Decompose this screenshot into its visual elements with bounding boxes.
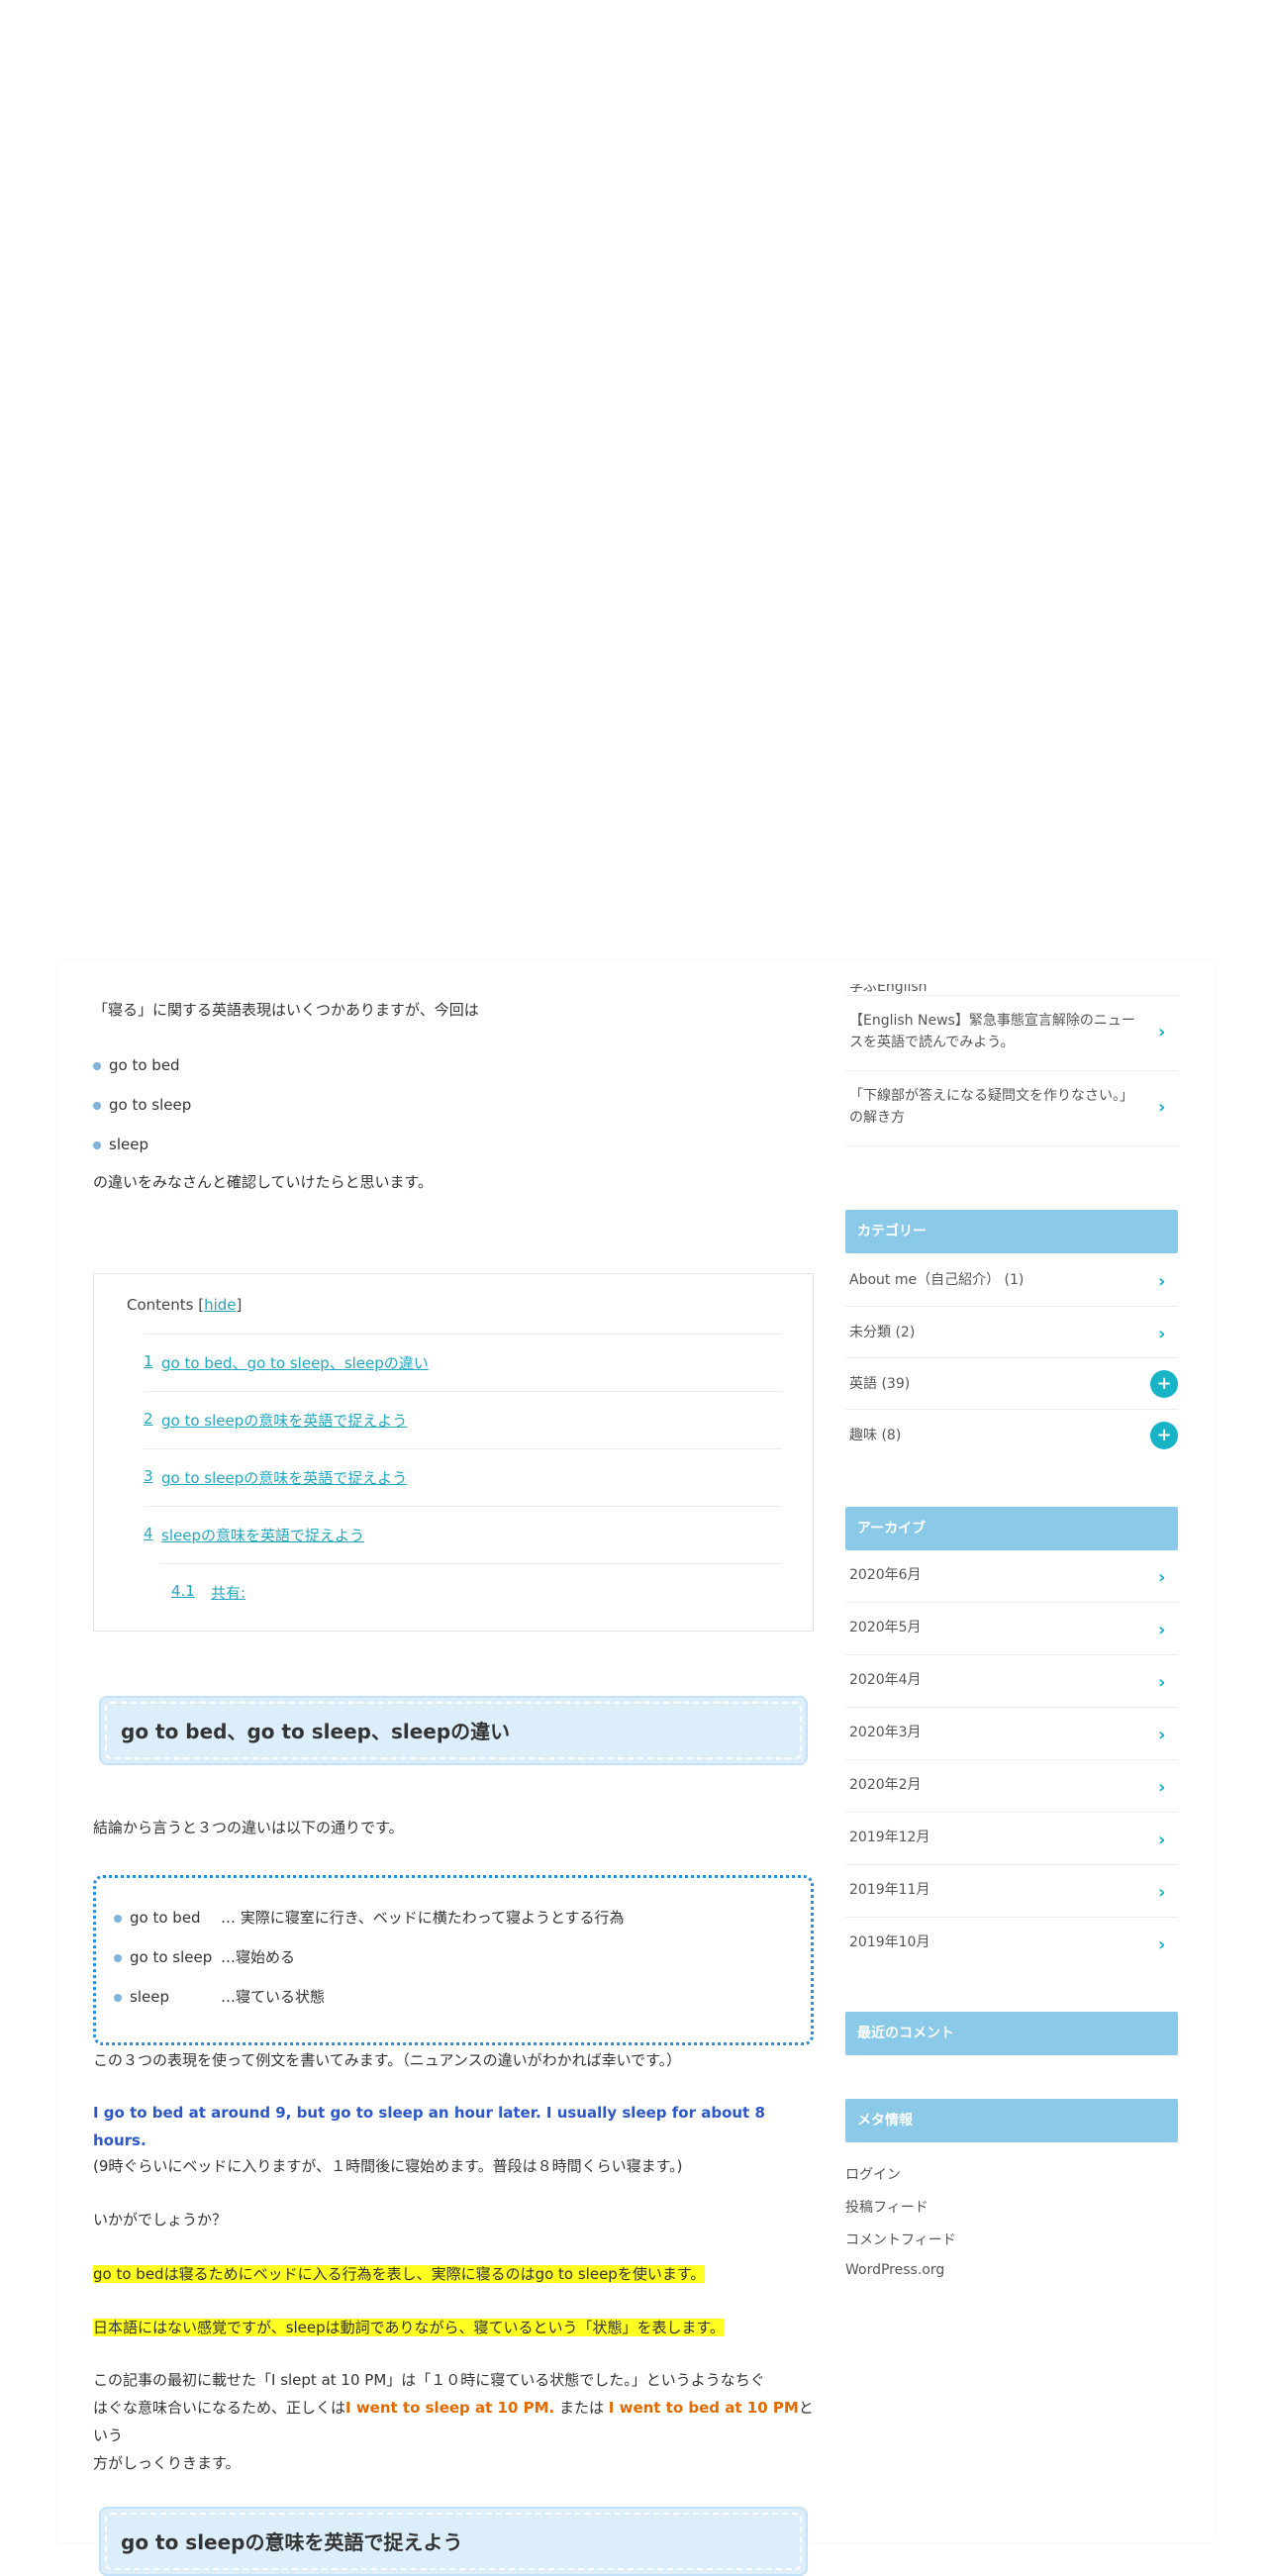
chevron-right-icon: › [1158, 1324, 1166, 1344]
archive-item[interactable]: 2019年10月 › [845, 1918, 1178, 1970]
sidebar-recent-post[interactable]: 「下線部が答えになる疑問文を作りなさい。」の解き方 › [845, 1071, 1178, 1146]
archive-item[interactable]: 2020年2月 › [845, 1760, 1178, 1813]
toc-item-1[interactable]: 1 go to bed、go to sleep、sleepの違い [144, 1334, 782, 1391]
chevron-right-icon: › [1158, 1567, 1166, 1588]
archive-item[interactable]: 2020年5月 › [845, 1603, 1178, 1655]
summary-box: go to bed… 実際に寝室に行き、ベッドに横たわって寝ようとする行為 go… [93, 1875, 814, 2045]
table-of-contents: Contents [hide] 1 go to bed、go to sleep、… [93, 1273, 814, 1632]
chevron-right-icon: › [1158, 1934, 1166, 1955]
chevron-right-icon: › [1158, 1777, 1166, 1798]
example-intro: この３つの表現を使って例文を書いてみます。（ニュアンスの違いがわかれば幸いです。… [93, 2051, 682, 2069]
chevron-right-icon: › [1158, 1725, 1166, 1745]
intro-text: 「寝る」に関する英語表現はいくつかありますが、今回は [93, 1001, 479, 1019]
archive-item[interactable]: 2020年3月 › [845, 1708, 1178, 1760]
after-list-text: の違いをみなさんと確認していけたらと思います。 [93, 1173, 434, 1191]
chevron-right-icon: › [1158, 1882, 1166, 1903]
chevron-right-icon: › [1158, 1672, 1166, 1693]
meta-widget-title: メタ情報 [845, 2099, 1178, 2142]
chevron-right-icon: › [1158, 1271, 1166, 1292]
example-japanese: (9時ぐらいにベッドに入りますが、１時間後に寝始めます。普段は８時間くらい寝ます… [93, 2157, 683, 2175]
sidebar-recent-post[interactable]: 学ぶEnglish [845, 984, 1178, 996]
summary-item: sleep …寝ている状態 [114, 1977, 325, 2017]
summary-item: go to sleep …寝始める [114, 1937, 295, 1977]
archives-widget-title: アーカイブ [845, 1507, 1178, 1550]
category-item[interactable]: 英語 (39) + [845, 1358, 1178, 1410]
toc-item-4-1[interactable]: 4.1 共有: [161, 1563, 782, 1621]
category-item[interactable]: 趣味 (8) + [845, 1410, 1178, 1463]
toc-item-3[interactable]: 3 go to sleepの意味を英語で捉えよう [144, 1448, 782, 1506]
conclusion-text: 結論から言うと３つの違いは以下の通りです。 [93, 1819, 404, 1836]
highlight-text-2: 日本語にはない感覚ですが、sleepは動詞でありながら、寝ているという「状態」を… [93, 2319, 726, 2336]
chevron-right-icon: › [1158, 1620, 1166, 1640]
toc-hide-link[interactable]: hide [204, 1296, 236, 1314]
section-heading: go to sleepの意味を英語で捉えよう [99, 2507, 808, 2576]
archive-item[interactable]: 2020年4月 › [845, 1655, 1178, 1708]
expand-plus-icon[interactable]: + [1150, 1370, 1178, 1398]
list-item: go to sleep [93, 1085, 191, 1125]
toc-item-4[interactable]: 4 sleepの意味を英語で捉えよう [144, 1506, 782, 1563]
meta-link-login[interactable]: ログイン [845, 2164, 901, 2184]
chevron-right-icon: › [1158, 1830, 1166, 1850]
list-item: sleep [93, 1125, 191, 1164]
example-english: I go to bed at around 9, but go to sleep… [93, 2104, 765, 2149]
summary-item: go to bed… 実際に寝室に行き、ベッドに横たわって寝ようとする行為 [114, 1898, 625, 1937]
question-text: いかがでしょうか？ [93, 2211, 228, 2229]
list-item: go to bed [93, 1045, 191, 1085]
archive-item[interactable]: 2019年11月 › [845, 1865, 1178, 1918]
archive-item[interactable]: 2019年12月 › [845, 1813, 1178, 1865]
expand-plus-icon[interactable]: + [1150, 1422, 1178, 1449]
recent-comments-widget-title: 最近のコメント [845, 2012, 1178, 2055]
closing-paragraph: この記事の最初に載せた「I slept at 10 PM」は「１０時に寝ている状… [93, 2371, 814, 2472]
chevron-right-icon: › [1158, 1097, 1166, 1118]
meta-link-comments-feed[interactable]: コメントフィード [845, 2229, 956, 2249]
toc-header: Contents [hide] [127, 1296, 243, 1314]
meta-link-entries-feed[interactable]: 投稿フィード [845, 2197, 929, 2217]
category-item[interactable]: About me（自己紹介） (1) › [845, 1253, 1178, 1307]
category-item[interactable]: 未分類 (2) › [845, 1307, 1178, 1358]
sidebar-recent-post[interactable]: 【English News】緊急事態宣言解除のニュースを英語で読んでみよう。 › [845, 996, 1178, 1071]
expression-list: go to bed go to sleep sleep [93, 1045, 191, 1164]
chevron-right-icon: › [1158, 1022, 1166, 1042]
meta-link-wordpress-org[interactable]: WordPress.org [845, 2262, 944, 2278]
toc-item-2[interactable]: 2 go to sleepの意味を英語で捉えよう [144, 1391, 782, 1448]
highlight-text-1: go to bedは寝るためにベッドに入る行為を表し、実際に寝るのはgo to … [93, 2265, 706, 2283]
categories-widget-title: カテゴリー [845, 1210, 1178, 1253]
archive-item[interactable]: 2020年6月 › [845, 1550, 1178, 1603]
section-heading: go to bed、go to sleep、sleepの違い [99, 1696, 808, 1765]
